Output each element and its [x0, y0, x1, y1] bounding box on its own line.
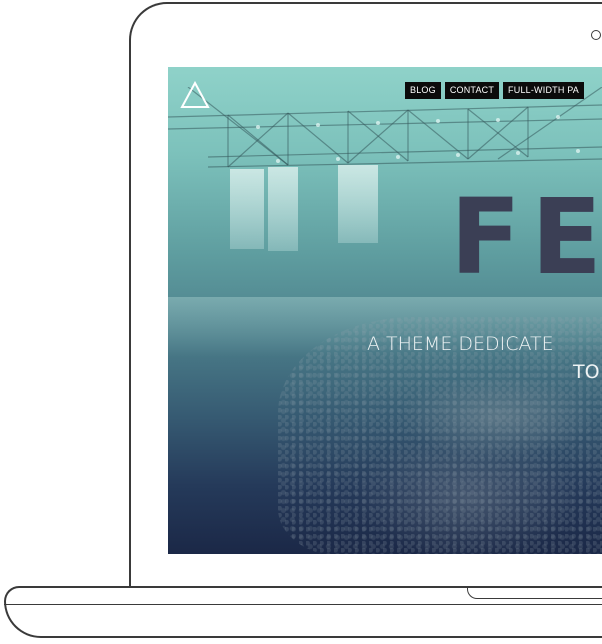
laptop-mockup: BLOG CONTACT FULL-WIDTH PA FE A THEME DE…	[0, 0, 602, 644]
hero-tagline-line-2: TO	[573, 361, 600, 383]
hero-title: FE	[450, 176, 602, 298]
laptop-screen: BLOG CONTACT FULL-WIDTH PA FE A THEME DE…	[168, 67, 602, 554]
laptop-base-edge	[4, 604, 602, 605]
hanging-panel	[338, 165, 378, 243]
main-navigation: BLOG CONTACT FULL-WIDTH PA	[405, 82, 584, 99]
hero-tagline-line-1: A THEME DEDICATE	[367, 333, 554, 355]
nav-item-full-width-page[interactable]: FULL-WIDTH PA	[503, 82, 584, 99]
laptop-opening-notch	[467, 587, 602, 599]
hanging-panel	[268, 167, 298, 251]
nav-item-blog[interactable]: BLOG	[405, 82, 441, 99]
nav-item-contact[interactable]: CONTACT	[444, 82, 500, 99]
triangle-logo-icon[interactable]	[180, 81, 210, 109]
hanging-panel	[230, 169, 264, 249]
webcam-icon	[591, 30, 601, 40]
